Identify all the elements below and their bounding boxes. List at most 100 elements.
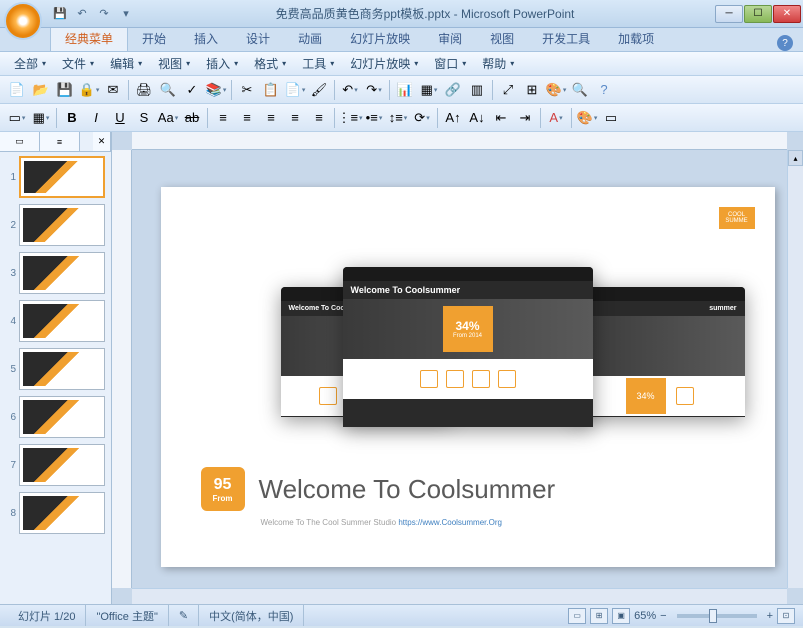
- undo-button-tb[interactable]: ↶: [339, 79, 361, 101]
- new-slide-button[interactable]: ▭: [6, 107, 28, 129]
- grid-button[interactable]: ⊞: [521, 79, 543, 101]
- minimize-button[interactable]: ─: [715, 5, 743, 23]
- tab-slideshow[interactable]: 幻灯片放映: [336, 26, 424, 51]
- sorter-view-button[interactable]: ⊞: [590, 608, 608, 624]
- redo-button-tb[interactable]: ↷: [363, 79, 385, 101]
- save-button-tb[interactable]: 💾: [54, 79, 76, 101]
- office-button[interactable]: [4, 2, 42, 40]
- save-button[interactable]: 💾: [50, 4, 70, 24]
- help-icon[interactable]: ?: [777, 35, 793, 51]
- fit-button[interactable]: ⊡: [777, 608, 795, 624]
- increase-indent-button[interactable]: ⇥: [514, 107, 536, 129]
- tab-addins[interactable]: 加载项: [604, 26, 668, 51]
- thumbnail-5[interactable]: 5: [4, 348, 107, 390]
- underline-button[interactable]: U: [109, 107, 131, 129]
- tables-button[interactable]: ▥: [466, 79, 488, 101]
- thumbnail-7[interactable]: 7: [4, 444, 107, 486]
- menu-view[interactable]: 视图: [150, 53, 198, 74]
- tab-review[interactable]: 审阅: [424, 26, 476, 51]
- tab-classic-menu[interactable]: 经典菜单: [50, 25, 128, 51]
- bold-button[interactable]: B: [61, 107, 83, 129]
- color-button[interactable]: 🎨: [545, 79, 567, 101]
- permission-button[interactable]: 🔒: [78, 79, 100, 101]
- new-button[interactable]: 📄: [6, 79, 28, 101]
- justify-button[interactable]: ≡: [284, 107, 306, 129]
- research-button[interactable]: 📚: [205, 79, 227, 101]
- spelling-button[interactable]: ✓: [181, 79, 203, 101]
- align-left-button[interactable]: ≡: [212, 107, 234, 129]
- language-indicator[interactable]: 中文(简体，中国): [199, 605, 304, 626]
- slide-canvas[interactable]: COOL SUMME Welcome To Coolsummer 34% Wel…: [161, 187, 775, 567]
- zoom-button[interactable]: 🔍: [569, 79, 591, 101]
- align-right-button[interactable]: ≡: [260, 107, 282, 129]
- zoom-thumb[interactable]: [709, 609, 717, 623]
- increase-font-button[interactable]: A↑: [442, 107, 464, 129]
- decrease-indent-button[interactable]: ⇤: [490, 107, 512, 129]
- email-button[interactable]: ✉: [102, 79, 124, 101]
- thumbnail-6[interactable]: 6: [4, 396, 107, 438]
- shadow-button[interactable]: S: [133, 107, 155, 129]
- tab-animations[interactable]: 动画: [284, 26, 336, 51]
- align-center-button[interactable]: ≡: [236, 107, 258, 129]
- scrollbar-vertical[interactable]: ▴: [787, 150, 803, 588]
- new-slide-button-2[interactable]: ▭: [600, 107, 622, 129]
- print-preview-button[interactable]: 🔍: [157, 79, 179, 101]
- text-direction-button[interactable]: ⟳: [411, 107, 433, 129]
- tab-view[interactable]: 视图: [476, 26, 528, 51]
- zoom-out-button[interactable]: −: [660, 610, 666, 622]
- change-case-button[interactable]: Aa: [157, 107, 179, 129]
- menu-insert[interactable]: 插入: [198, 53, 246, 74]
- menu-slideshow[interactable]: 幻灯片放映: [342, 53, 426, 74]
- zoom-slider[interactable]: [677, 614, 757, 618]
- distributed-button[interactable]: ≡: [308, 107, 330, 129]
- redo-button[interactable]: ↷: [94, 4, 114, 24]
- normal-view-button[interactable]: ▭: [568, 608, 586, 624]
- close-panel-button[interactable]: ✕: [93, 132, 111, 151]
- thumbnail-3[interactable]: 3: [4, 252, 107, 294]
- italic-button[interactable]: I: [85, 107, 107, 129]
- chart-button[interactable]: 📊: [394, 79, 416, 101]
- scroll-up-button[interactable]: ▴: [788, 150, 803, 166]
- copy-button[interactable]: 📋: [260, 79, 282, 101]
- scrollbar-horizontal[interactable]: [132, 588, 787, 604]
- subtitle-link[interactable]: https://www.Coolsummer.Org: [398, 518, 502, 527]
- maximize-button[interactable]: ☐: [744, 5, 772, 23]
- slideshow-view-button[interactable]: ▣: [612, 608, 630, 624]
- tab-outline[interactable]: ≡: [40, 132, 80, 151]
- numbering-button[interactable]: ⋮≡: [339, 107, 361, 129]
- decrease-font-button[interactable]: A↓: [466, 107, 488, 129]
- cut-button[interactable]: ✂: [236, 79, 258, 101]
- menu-file[interactable]: 文件: [54, 53, 102, 74]
- tab-design[interactable]: 设计: [232, 26, 284, 51]
- print-button[interactable]: 🖨: [133, 79, 155, 101]
- layout-button[interactable]: ▦: [30, 107, 52, 129]
- tab-developer[interactable]: 开发工具: [528, 26, 604, 51]
- hyperlink-button[interactable]: 🔗: [442, 79, 464, 101]
- table-button[interactable]: ▦: [418, 79, 440, 101]
- help-button-tb[interactable]: ?: [593, 79, 615, 101]
- thumbnail-2[interactable]: 2: [4, 204, 107, 246]
- expand-button[interactable]: ⤢: [497, 79, 519, 101]
- thumbnail-8[interactable]: 8: [4, 492, 107, 534]
- spellcheck-icon[interactable]: ✎: [169, 605, 199, 626]
- menu-help[interactable]: 帮助: [474, 53, 522, 74]
- design-button[interactable]: 🎨: [576, 107, 598, 129]
- paste-button[interactable]: 📄: [284, 79, 306, 101]
- zoom-in-button[interactable]: +: [767, 610, 773, 622]
- menu-format[interactable]: 格式: [246, 53, 294, 74]
- bullets-button[interactable]: •≡: [363, 107, 385, 129]
- menu-tools[interactable]: 工具: [294, 53, 342, 74]
- font-color-button[interactable]: A: [545, 107, 567, 129]
- zoom-level[interactable]: 65%: [634, 610, 656, 622]
- thumbnail-1[interactable]: 1: [4, 156, 107, 198]
- strikethrough-button[interactable]: ab: [181, 107, 203, 129]
- tab-home[interactable]: 开始: [128, 26, 180, 51]
- format-painter-button[interactable]: 🖌: [308, 79, 330, 101]
- menu-edit[interactable]: 编辑: [102, 53, 150, 74]
- tab-insert[interactable]: 插入: [180, 26, 232, 51]
- menu-all[interactable]: 全部: [6, 53, 54, 74]
- qat-more-button[interactable]: ▾: [116, 4, 136, 24]
- thumbnail-4[interactable]: 4: [4, 300, 107, 342]
- line-spacing-button[interactable]: ↕≡: [387, 107, 409, 129]
- undo-button[interactable]: ↶: [72, 4, 92, 24]
